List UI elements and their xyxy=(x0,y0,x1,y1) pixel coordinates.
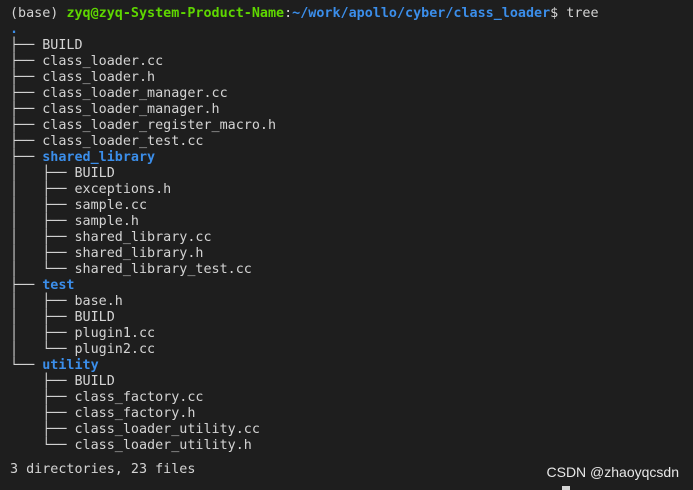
file-name: shared_library.cc xyxy=(74,230,212,245)
current-path: ~/work/apollo/cyber/class_loader xyxy=(292,6,551,21)
file-name: class_loader_manager.cc xyxy=(42,86,228,101)
file-name: shared_library.h xyxy=(74,246,204,261)
tree-branch: │ ├── xyxy=(10,310,75,325)
prompt-symbol: $ xyxy=(550,6,567,21)
directory-name: utility xyxy=(42,358,99,373)
tree-file-row: ├── class_loader_test.cc xyxy=(10,134,693,150)
tree-branch: │ ├── xyxy=(10,166,75,181)
file-name: base.h xyxy=(74,294,123,309)
tree-branch: ├── xyxy=(10,70,43,85)
file-name: BUILD xyxy=(42,38,83,53)
tree-branch: ├── xyxy=(10,406,75,421)
tree-branch: │ ├── xyxy=(10,198,75,213)
user-host: zyq@zyq-System-Product-Name xyxy=(66,6,285,21)
tree-branch: │ └── xyxy=(10,262,75,277)
tree-branch: └── xyxy=(10,358,43,373)
tree-file-row: ├── class_loader_manager.h xyxy=(10,102,693,118)
next-prompt-row xyxy=(0,486,693,490)
file-name: plugin2.cc xyxy=(74,342,156,357)
tree-file-row: │ └── shared_library_test.cc xyxy=(10,262,693,278)
tree-directory-row: ├── shared_library xyxy=(10,150,693,166)
tree-branch: │ ├── xyxy=(10,246,75,261)
tree-file-row: │ ├── sample.h xyxy=(10,214,693,230)
file-name: class_loader_register_macro.h xyxy=(42,118,277,133)
tree-output: ├── BUILD ├── class_loader.cc ├── class_lo… xyxy=(10,38,693,454)
file-name: class_loader.cc xyxy=(42,54,164,69)
watermark: CSDN @zhaoyqcsdn xyxy=(546,464,680,480)
prompt-line: (base) zyq@zyq-System-Product-Name:~/wor… xyxy=(10,6,693,22)
tree-file-row: ├── class_loader_utility.cc xyxy=(10,422,693,438)
file-name: BUILD xyxy=(74,374,115,389)
tree-branch: ├── xyxy=(10,390,75,405)
command-text: tree xyxy=(566,6,599,21)
tree-branch: ├── xyxy=(10,118,43,133)
tree-file-row: ├── BUILD xyxy=(10,374,693,390)
tree-file-row: │ ├── BUILD xyxy=(10,166,693,182)
tree-branch: │ ├── xyxy=(10,214,75,229)
file-name: BUILD xyxy=(74,310,115,325)
terminal-window[interactable]: (base) zyq@zyq-System-Product-Name:~/wor… xyxy=(10,6,693,490)
file-name: plugin1.cc xyxy=(74,326,156,341)
file-name: sample.h xyxy=(74,214,140,229)
tree-file-row: │ ├── plugin1.cc xyxy=(10,326,693,342)
tree-file-row: ├── BUILD xyxy=(10,38,693,54)
tree-file-row: ├── class_loader.h xyxy=(10,70,693,86)
tree-branch: └── xyxy=(10,438,75,453)
text-cursor[interactable] xyxy=(562,486,570,490)
file-name: class_loader.h xyxy=(42,70,156,85)
tree-file-row: │ ├── shared_library.cc xyxy=(10,230,693,246)
conda-env-label: (base) xyxy=(10,6,67,21)
tree-file-row: ├── class_factory.cc xyxy=(10,390,693,406)
tree-branch: ├── xyxy=(10,422,75,437)
tree-branch: │ └── xyxy=(10,342,75,357)
tree-directory-row: ├── test xyxy=(10,278,693,294)
prompt-colon: : xyxy=(284,6,293,21)
tree-branch: ├── xyxy=(10,374,75,389)
tree-file-row: │ ├── shared_library.h xyxy=(10,246,693,262)
tree-branch: │ ├── xyxy=(10,326,75,341)
tree-file-row: ├── class_loader_register_macro.h xyxy=(10,118,693,134)
file-name: class_loader_utility.cc xyxy=(74,422,260,437)
tree-branch: ├── xyxy=(10,38,43,53)
file-name: exceptions.h xyxy=(74,182,172,197)
tree-branch: │ ├── xyxy=(10,294,75,309)
file-name: sample.cc xyxy=(74,198,148,213)
tree-file-row: ├── class_loader.cc xyxy=(10,54,693,70)
tree-file-row: └── class_loader_utility.h xyxy=(10,438,693,454)
tree-branch: ├── xyxy=(10,54,43,69)
tree-root: . xyxy=(10,22,19,37)
directory-name: shared_library xyxy=(42,150,156,165)
tree-file-row: │ ├── BUILD xyxy=(10,310,693,326)
tree-branch: ├── xyxy=(10,278,43,293)
directory-name: test xyxy=(42,278,75,293)
tree-file-row: │ ├── base.h xyxy=(10,294,693,310)
tree-file-row: │ ├── exceptions.h xyxy=(10,182,693,198)
tree-file-row: ├── class_loader_manager.cc xyxy=(10,86,693,102)
tree-branch: ├── xyxy=(10,150,43,165)
tree-file-row: ├── class_factory.h xyxy=(10,406,693,422)
tree-directory-row: └── utility xyxy=(10,358,693,374)
tree-branch: ├── xyxy=(10,134,43,149)
tree-file-row: │ └── plugin2.cc xyxy=(10,342,693,358)
tree-branch: ├── xyxy=(10,86,43,101)
file-name: class_loader_manager.h xyxy=(42,102,220,117)
tree-branch: │ ├── xyxy=(10,230,75,245)
tree-file-row: │ ├── sample.cc xyxy=(10,198,693,214)
file-name: class_factory.cc xyxy=(74,390,204,405)
file-name: class_factory.h xyxy=(74,406,196,421)
file-name: class_loader_utility.h xyxy=(74,438,252,453)
file-name: BUILD xyxy=(74,166,115,181)
file-name: shared_library_test.cc xyxy=(74,262,252,277)
tree-branch: │ ├── xyxy=(10,182,75,197)
tree-branch: ├── xyxy=(10,102,43,117)
file-name: class_loader_test.cc xyxy=(42,134,204,149)
